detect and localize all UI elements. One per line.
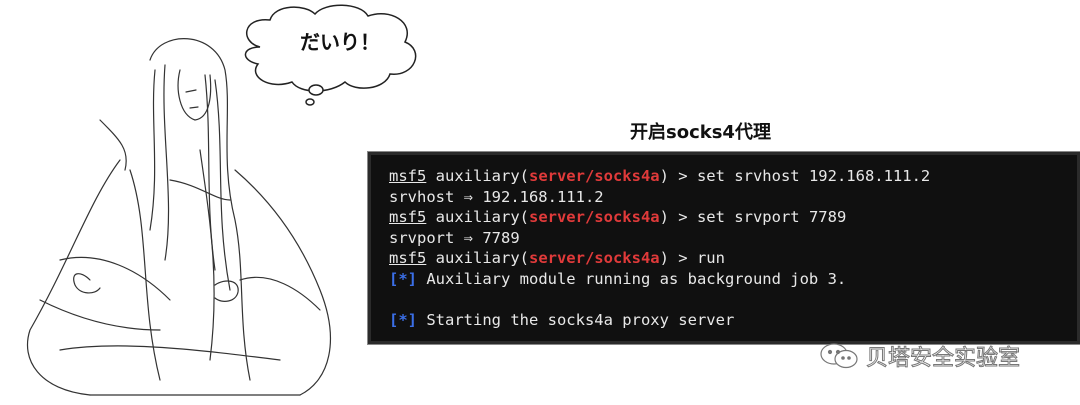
prompt-label: msf5: [389, 167, 427, 185]
status-tag: [*]: [389, 269, 417, 288]
prompt-text: auxiliary(: [426, 249, 529, 267]
output-text: srvport ⇒ 7789: [389, 228, 520, 247]
watermark-text: 贝塔安全实验室: [865, 346, 1021, 372]
terminal-line: srvhost ⇒ 192.168.111.2: [389, 187, 930, 208]
caption-title: 开启socks4代理: [630, 122, 771, 143]
terminal-line: msf5 auxiliary(server/socks4a) > set srv…: [389, 166, 930, 187]
prompt-text: auxiliary(: [426, 167, 529, 185]
terminal-window[interactable]: msf5 auxiliary(server/socks4a) > set srv…: [367, 151, 1080, 345]
terminal-line: msf5 auxiliary(server/socks4a) > set srv…: [389, 207, 930, 228]
prompt-label: msf5: [389, 249, 427, 267]
module-name: server/socks4a: [528, 167, 660, 185]
command-text: ) > set srvhost 192.168.111.2: [659, 167, 931, 185]
terminal-line: [*] Auxiliary module running as backgrou…: [389, 269, 930, 290]
output-text: srvhost ⇒ 192.168.111.2: [389, 187, 604, 206]
command-text: ) > run: [659, 249, 725, 267]
terminal-line: [*] Starting the socks4a proxy server: [389, 310, 930, 331]
terminal-line: msf5 auxiliary(server/socks4a) > run: [389, 248, 930, 269]
terminal-line: srvport ⇒ 7789: [389, 228, 930, 249]
terminal-output: msf5 auxiliary(server/socks4a) > set srv…: [389, 166, 930, 330]
status-tag: [*]: [389, 310, 417, 329]
prompt-text: auxiliary(: [426, 208, 529, 226]
thought-bubble: [244, 4, 417, 106]
prompt-label: msf5: [389, 208, 427, 226]
watermark: 贝塔安全实验室: [818, 340, 1021, 372]
background-noise: [371, 155, 1077, 166]
status-message: Starting the socks4a proxy server: [417, 310, 735, 329]
module-name: server/socks4a: [528, 208, 660, 226]
status-message: Auxiliary module running as background j…: [417, 269, 847, 288]
bubble-text: だいり！: [300, 30, 380, 54]
command-text: ) > set srvport 7789: [659, 208, 847, 226]
module-name: server/socks4a: [528, 249, 660, 267]
wechat-icon: [820, 343, 858, 369]
